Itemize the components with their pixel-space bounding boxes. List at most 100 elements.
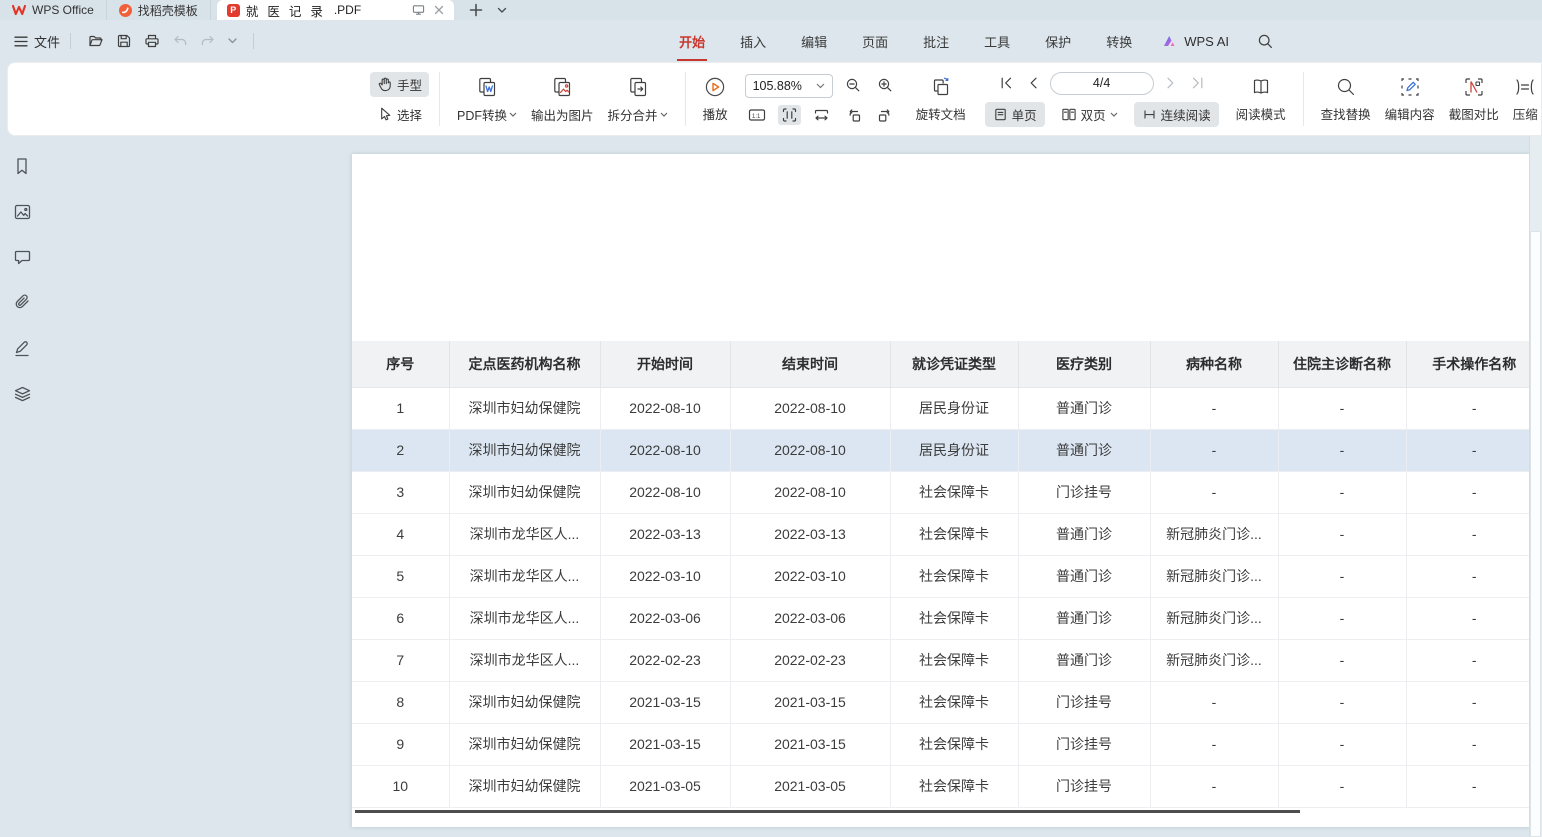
table-cell: 1 [352,387,449,429]
fit-page-button[interactable] [778,105,801,125]
pdf-convert-button[interactable]: PDF转换 [450,73,524,126]
tab-docer[interactable]: 找稻壳模板 [107,0,211,20]
table-cell: 新冠肺炎门诊... [1150,555,1278,597]
table-row: 10深圳市妇幼保健院2021-03-052021-03-05社会保障卡门诊挂号-… [352,765,1529,807]
layers-icon[interactable] [10,382,35,407]
continuous-read-label: 连续阅读 [1161,105,1211,124]
attachment-icon[interactable] [10,290,35,315]
fit-width-icon [813,107,830,123]
menu-home[interactable]: 开始 [677,28,707,55]
table-cell: 门诊挂号 [1018,723,1150,765]
save-button[interactable] [110,33,138,49]
table-cell: 2022-03-10 [600,555,730,597]
table-cell: - [1150,723,1278,765]
print-button[interactable] [138,33,166,49]
find-replace-button[interactable]: 查找替换 [1314,74,1378,125]
zoom-level-input[interactable]: 105.88% [745,74,833,98]
document-title: 就医记录 [246,1,332,20]
thumbnail-icon[interactable] [10,200,35,224]
double-page-button[interactable]: 双页 [1053,102,1126,127]
table-cell: 深圳市龙华区人... [449,639,600,681]
compress-button[interactable]: 压缩 [1506,74,1542,125]
rotate-right-icon [877,107,894,123]
first-page-button[interactable] [996,74,1016,92]
signature-icon[interactable] [10,336,35,361]
menu-page[interactable]: 页面 [860,28,890,55]
one-to-one-icon: 1:1 [748,107,766,123]
zoom-out-button[interactable] [842,75,865,96]
actual-size-button[interactable]: 1:1 [745,105,769,125]
fit-width-button[interactable] [810,105,833,125]
column-header: 病种名称 [1150,341,1278,387]
comment-icon[interactable] [10,245,35,269]
rotate-right-button[interactable] [874,105,897,125]
table-cell: 深圳市龙华区人... [449,555,600,597]
select-tool-label: 选择 [397,105,422,124]
split-merge-button[interactable]: 拆分合并 [601,73,675,126]
tab-document[interactable]: P 就医记录 .PDF [217,0,454,20]
read-mode-button[interactable]: 阅读模式 [1229,74,1293,125]
screenshot-compare-button[interactable]: 截图对比 [1442,74,1506,125]
table-cell: - [1278,765,1406,807]
edit-content-button[interactable]: 编辑内容 [1378,74,1442,125]
select-tool-button[interactable]: 选择 [370,102,429,127]
table-cell: 深圳市妇幼保健院 [449,765,600,807]
hand-icon [377,76,392,92]
table-cell: 社会保障卡 [890,471,1018,513]
last-page-button[interactable] [1188,74,1208,92]
menu-tools[interactable]: 工具 [982,28,1012,55]
export-image-button[interactable]: 输出为图片 [524,73,601,126]
table-cell: 10 [352,765,449,807]
table-cell: 9 [352,723,449,765]
rotate-document-button[interactable]: 旋转文档 [909,74,973,125]
open-file-button[interactable] [81,33,110,49]
divider [439,72,440,126]
undo-history-chevron-icon[interactable] [222,38,243,44]
vertical-scrollbar-thumb[interactable] [1530,231,1541,837]
menu-insert[interactable]: 插入 [738,28,768,55]
menu-protect[interactable]: 保护 [1043,28,1073,55]
table-cell: 4 [352,513,449,555]
bookmark-icon[interactable] [10,154,34,179]
undo-button[interactable] [166,34,194,48]
table-cell: 3 [352,471,449,513]
menu-convert[interactable]: 转换 [1104,28,1134,55]
wps-ai-button[interactable]: WPS AI [1162,34,1229,49]
play-button[interactable]: 播放 [696,74,735,125]
divider [685,72,686,126]
single-page-button[interactable]: 单页 [985,102,1045,127]
menu-comment[interactable]: 批注 [921,28,951,55]
table-cell: - [1278,639,1406,681]
table-cell: 2022-08-10 [600,471,730,513]
table-cell: - [1406,765,1529,807]
tab-wps-home[interactable]: WPS Office [0,0,107,20]
close-tab-icon[interactable] [434,5,444,15]
hand-tool-button[interactable]: 手型 [370,72,429,97]
previous-page-button[interactable] [1024,74,1042,92]
rotate-left-button[interactable] [842,105,865,125]
tab-wps-label: WPS Office [32,3,94,17]
file-menu-button[interactable]: 文件 [14,32,60,51]
table-horizontal-scrollbar[interactable] [355,810,1300,813]
next-page-button[interactable] [1162,74,1180,92]
play-icon [704,76,726,98]
redo-button[interactable] [194,34,222,48]
table-row: 8深圳市妇幼保健院2021-03-152021-03-15社会保障卡门诊挂号--… [352,681,1529,723]
table-cell: 2022-08-10 [600,387,730,429]
display-mode-icon[interactable] [412,4,425,16]
table-cell: 普通门诊 [1018,555,1150,597]
table-cell: 普通门诊 [1018,639,1150,681]
vertical-scrollbar-track[interactable] [1529,136,1542,837]
cursor-icon [377,106,392,122]
menu-edit[interactable]: 编辑 [799,28,829,55]
table-cell: - [1278,471,1406,513]
page-number-input[interactable]: 4/4 [1050,72,1154,95]
new-tab-button[interactable] [462,0,490,20]
global-search-button[interactable] [1251,33,1280,50]
zoom-out-icon [845,77,862,94]
table-cell: - [1406,555,1529,597]
tab-list-chevron-icon[interactable] [490,0,514,20]
zoom-in-button[interactable] [874,75,897,96]
continuous-read-button[interactable]: 连续阅读 [1134,102,1219,127]
table-cell: 2022-03-13 [600,513,730,555]
